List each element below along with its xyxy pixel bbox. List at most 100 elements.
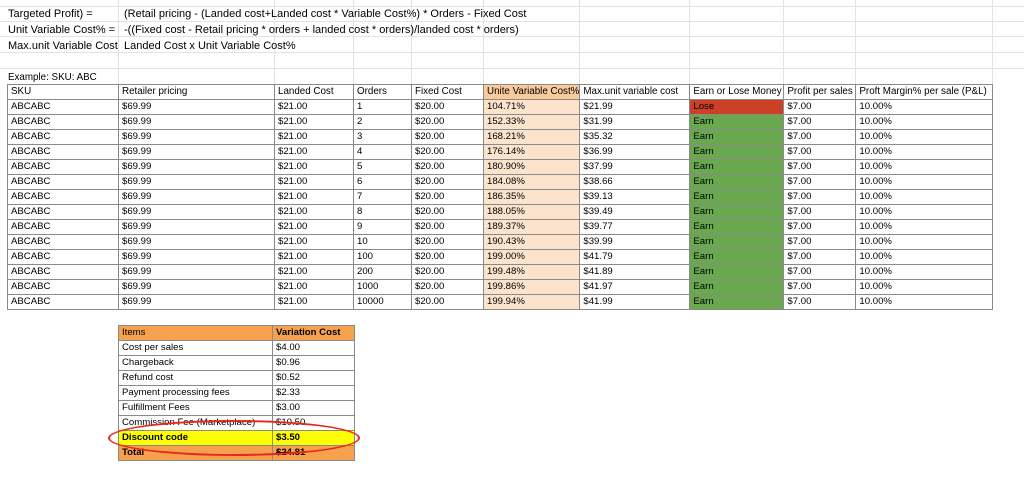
formula-label[interactable]: Unit Variable Cost% = [8, 23, 115, 38]
cell-earn-or-lose[interactable]: Earn [689, 219, 785, 235]
cell-retailer-pricing[interactable]: $69.99 [118, 114, 275, 130]
cell-orders[interactable]: 8 [353, 204, 412, 220]
cell-orders[interactable]: 5 [353, 159, 412, 175]
cost-item-value[interactable]: $3.50 [272, 430, 355, 446]
cell-orders[interactable]: 200 [353, 264, 412, 280]
cost-item-name[interactable]: Cost per sales [118, 340, 273, 356]
cost-item-name[interactable]: Fulfillment Fees [118, 400, 273, 416]
cell-fixed-cost[interactable]: $20.00 [411, 99, 484, 115]
cell-profit-per-sales[interactable]: $7.00 [783, 99, 857, 115]
header-max-unit-variable-cost[interactable]: Max.unit variable cost [579, 84, 691, 100]
cell-profit-per-sales[interactable]: $7.00 [783, 264, 857, 280]
cell-profit-margin[interactable]: 10.00% [855, 114, 994, 130]
cell-profit-per-sales[interactable]: $7.00 [783, 189, 857, 205]
cell-orders[interactable]: 10 [353, 234, 412, 250]
cell-orders[interactable]: 100 [353, 249, 412, 265]
cell-unit-variable-cost[interactable]: 180.90% [482, 159, 581, 175]
cell-profit-margin[interactable]: 10.00% [855, 234, 994, 250]
cost-item-value[interactable]: $0.96 [272, 355, 355, 371]
cell-landed-cost[interactable]: $21.00 [274, 129, 354, 145]
cell-unit-variable-cost[interactable]: 189.37% [482, 219, 581, 235]
formula-text[interactable]: -((Fixed cost - Retail pricing * orders … [124, 23, 519, 38]
cell-sku[interactable]: ABCABC [7, 264, 119, 280]
cell-unit-variable-cost[interactable]: 176.14% [482, 144, 581, 160]
cell-orders[interactable]: 9 [353, 219, 412, 235]
cell-fixed-cost[interactable]: $20.00 [411, 204, 484, 220]
cost-item-name[interactable]: Refund cost [118, 370, 273, 386]
cell-sku[interactable]: ABCABC [7, 159, 119, 175]
cell-retailer-pricing[interactable]: $69.99 [118, 264, 275, 280]
cell-earn-or-lose[interactable]: Earn [689, 159, 785, 175]
cell-retailer-pricing[interactable]: $69.99 [118, 279, 275, 295]
cell-retailer-pricing[interactable]: $69.99 [118, 234, 275, 250]
cell-sku[interactable]: ABCABC [7, 144, 119, 160]
cell-landed-cost[interactable]: $21.00 [274, 189, 354, 205]
cell-max-unit-variable-cost[interactable]: $31.99 [579, 114, 691, 130]
cell-landed-cost[interactable]: $21.00 [274, 234, 354, 250]
cell-profit-per-sales[interactable]: $7.00 [783, 174, 857, 190]
cost-item-value[interactable]: $4.00 [272, 340, 355, 356]
cell-retailer-pricing[interactable]: $69.99 [118, 159, 275, 175]
cell-profit-margin[interactable]: 10.00% [855, 189, 994, 205]
cell-sku[interactable]: ABCABC [7, 129, 119, 145]
cell-fixed-cost[interactable]: $20.00 [411, 159, 484, 175]
cell-retailer-pricing[interactable]: $69.99 [118, 99, 275, 115]
header-fixed-cost[interactable]: Fixed Cost [411, 84, 484, 100]
header-retailer-pricing[interactable]: Retailer pricing [118, 84, 275, 100]
formula-text[interactable]: Landed Cost x Unit Variable Cost% [124, 39, 296, 54]
cell-fixed-cost[interactable]: $20.00 [411, 249, 484, 265]
cost-item-name[interactable]: Payment processing fees [118, 385, 273, 401]
cost-item-value[interactable]: $3.00 [272, 400, 355, 416]
cost-item-value[interactable]: $0.52 [272, 370, 355, 386]
cell-orders[interactable]: 7 [353, 189, 412, 205]
cell-sku[interactable]: ABCABC [7, 234, 119, 250]
cell-profit-per-sales[interactable]: $7.00 [783, 219, 857, 235]
cell-retailer-pricing[interactable]: $69.99 [118, 189, 275, 205]
cost-item-value[interactable]: $10.50 [272, 415, 355, 431]
cell-earn-or-lose[interactable]: Earn [689, 234, 785, 250]
cell-profit-per-sales[interactable]: $7.00 [783, 114, 857, 130]
cell-earn-or-lose[interactable]: Lose [689, 99, 785, 115]
cost-item-value[interactable]: $24.81 [272, 445, 355, 461]
cell-orders[interactable]: 4 [353, 144, 412, 160]
cell-orders[interactable]: 2 [353, 114, 412, 130]
cell-max-unit-variable-cost[interactable]: $37.99 [579, 159, 691, 175]
example-label[interactable]: Example: SKU: ABC [8, 71, 97, 84]
cell-landed-cost[interactable]: $21.00 [274, 249, 354, 265]
cell-max-unit-variable-cost[interactable]: $35.32 [579, 129, 691, 145]
cell-unit-variable-cost[interactable]: 104.71% [482, 99, 581, 115]
cell-unit-variable-cost[interactable]: 152.33% [482, 114, 581, 130]
cell-retailer-pricing[interactable]: $69.99 [118, 219, 275, 235]
cell-sku[interactable]: ABCABC [7, 114, 119, 130]
cell-profit-per-sales[interactable]: $7.00 [783, 144, 857, 160]
cell-profit-margin[interactable]: 10.00% [855, 294, 994, 310]
cell-max-unit-variable-cost[interactable]: $38.66 [579, 174, 691, 190]
cell-max-unit-variable-cost[interactable]: $21.99 [579, 99, 691, 115]
formula-label[interactable]: Targeted Profit) = [8, 7, 93, 22]
cell-landed-cost[interactable]: $21.00 [274, 99, 354, 115]
cell-profit-per-sales[interactable]: $7.00 [783, 294, 857, 310]
cell-max-unit-variable-cost[interactable]: $39.13 [579, 189, 691, 205]
cell-sku[interactable]: ABCABC [7, 99, 119, 115]
cell-profit-per-sales[interactable]: $7.00 [783, 129, 857, 145]
header-sku[interactable]: SKU [7, 84, 119, 100]
cell-unit-variable-cost[interactable]: 199.86% [482, 279, 581, 295]
cell-retailer-pricing[interactable]: $69.99 [118, 294, 275, 310]
cell-orders[interactable]: 1000 [353, 279, 412, 295]
cell-orders[interactable]: 6 [353, 174, 412, 190]
cell-fixed-cost[interactable]: $20.00 [411, 144, 484, 160]
header-orders[interactable]: Orders [353, 84, 412, 100]
cell-sku[interactable]: ABCABC [7, 174, 119, 190]
cell-fixed-cost[interactable]: $20.00 [411, 264, 484, 280]
cell-max-unit-variable-cost[interactable]: $41.99 [579, 294, 691, 310]
cell-unit-variable-cost[interactable]: 199.00% [482, 249, 581, 265]
cell-fixed-cost[interactable]: $20.00 [411, 234, 484, 250]
cell-profit-margin[interactable]: 10.00% [855, 174, 994, 190]
cell-orders[interactable]: 3 [353, 129, 412, 145]
cell-profit-per-sales[interactable]: $7.00 [783, 159, 857, 175]
cell-earn-or-lose[interactable]: Earn [689, 129, 785, 145]
cell-fixed-cost[interactable]: $20.00 [411, 294, 484, 310]
cell-profit-margin[interactable]: 10.00% [855, 219, 994, 235]
cell-landed-cost[interactable]: $21.00 [274, 264, 354, 280]
cell-fixed-cost[interactable]: $20.00 [411, 189, 484, 205]
